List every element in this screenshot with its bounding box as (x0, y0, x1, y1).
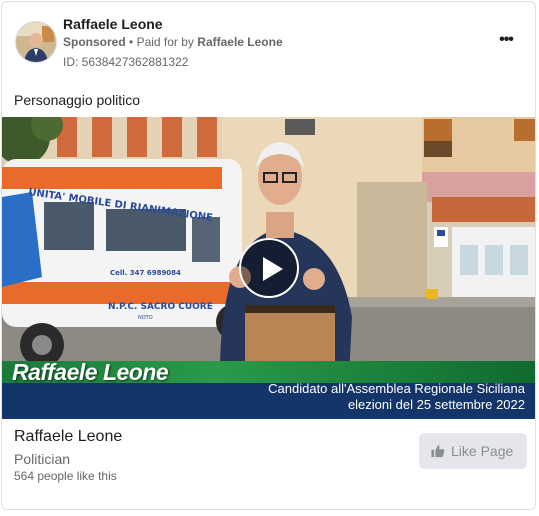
more-options-button[interactable]: ••• (492, 30, 520, 50)
avatar-image (16, 22, 56, 62)
ambulance-text-4: NOTO (138, 315, 153, 321)
ad-card: Raffaele Leone Sponsored • Paid for by R… (1, 1, 536, 510)
video-player[interactable]: UNITA' MOBILE DI RIANIMAZIONE Cell. 347 … (2, 117, 535, 419)
sponsored-line: Sponsored • Paid for by Raffaele Leone (63, 35, 283, 49)
ad-id: ID: 5638427362881322 (63, 55, 189, 69)
overlay-caption-line2: elezioni del 25 settembre 2022 (347, 397, 525, 412)
like-page-button[interactable]: Like Page (419, 433, 527, 469)
post-text: Personaggio politico (14, 92, 141, 108)
play-icon (263, 257, 283, 281)
paid-for-name[interactable]: Raffaele Leone (197, 35, 282, 49)
play-button[interactable] (239, 238, 299, 298)
overlay-caption-line1: Candidato all'Assemblea Regionale Sicili… (268, 381, 525, 396)
page-name[interactable]: Raffaele Leone (63, 16, 163, 32)
footer-page-name[interactable]: Raffaele Leone (14, 428, 122, 446)
page-avatar[interactable] (15, 21, 57, 63)
ambulance-text-3: N.P.C. SACRO CUORE (108, 302, 213, 312)
footer-likes-count: 564 people like this (14, 469, 117, 483)
sponsored-label: Sponsored (63, 35, 126, 49)
thumbs-up-icon (431, 444, 445, 461)
like-page-label: Like Page (451, 443, 514, 459)
ambulance-text-2: Cell. 347 6989084 (110, 269, 181, 277)
paid-for-prefix: Paid for by (136, 35, 194, 49)
video-lower-third: Raffaele Leone Candidato all'Assemblea R… (2, 359, 535, 419)
footer-category: Politician (14, 451, 71, 467)
overlay-name: Raffaele Leone (12, 359, 169, 385)
separator-dot: • (129, 35, 134, 49)
